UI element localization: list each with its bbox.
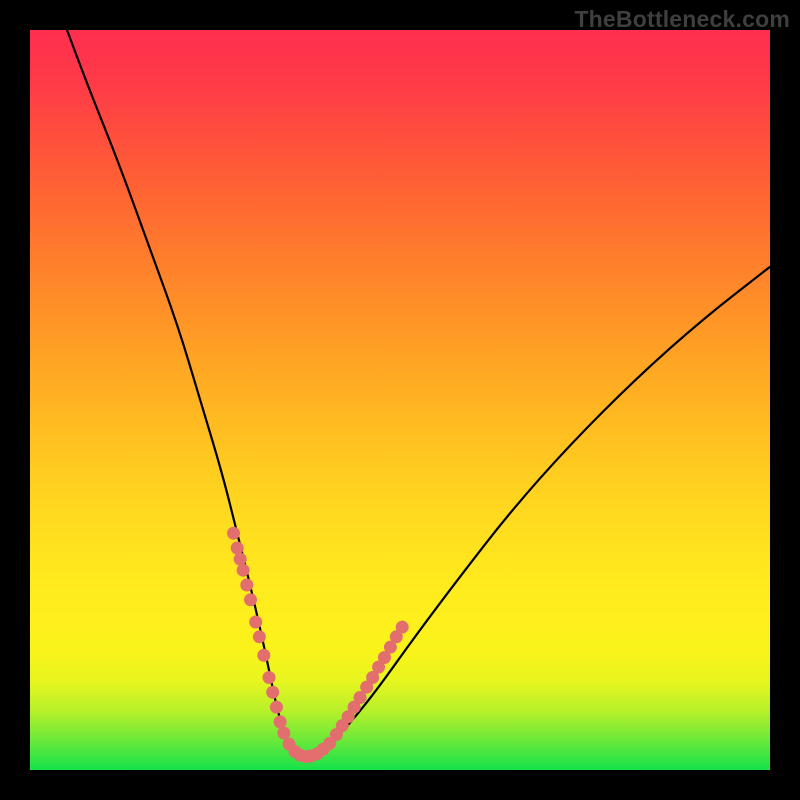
curve-marker-dot [234, 553, 247, 566]
curve-marker-dot [231, 542, 244, 555]
outer-frame: TheBottleneck.com [0, 0, 800, 800]
curve-marker-dot [244, 593, 257, 606]
curve-marker-dot [253, 630, 266, 643]
plot-area [30, 30, 770, 770]
bottleneck-curve-path [67, 30, 770, 755]
bottleneck-curve-svg [30, 30, 770, 770]
curve-marker-dot [249, 616, 262, 629]
curve-marker-dot [266, 686, 279, 699]
curve-marker-dot [237, 564, 250, 577]
curve-marker-dot [263, 671, 276, 684]
curve-markers-group [227, 527, 409, 763]
curve-marker-dot [227, 527, 240, 540]
watermark-text: TheBottleneck.com [574, 6, 790, 33]
curve-marker-dot [396, 621, 409, 634]
curve-marker-dot [270, 701, 283, 714]
curve-marker-dot [257, 649, 270, 662]
curve-marker-dot [277, 727, 290, 740]
curve-marker-dot [240, 579, 253, 592]
curve-marker-dot [274, 715, 287, 728]
